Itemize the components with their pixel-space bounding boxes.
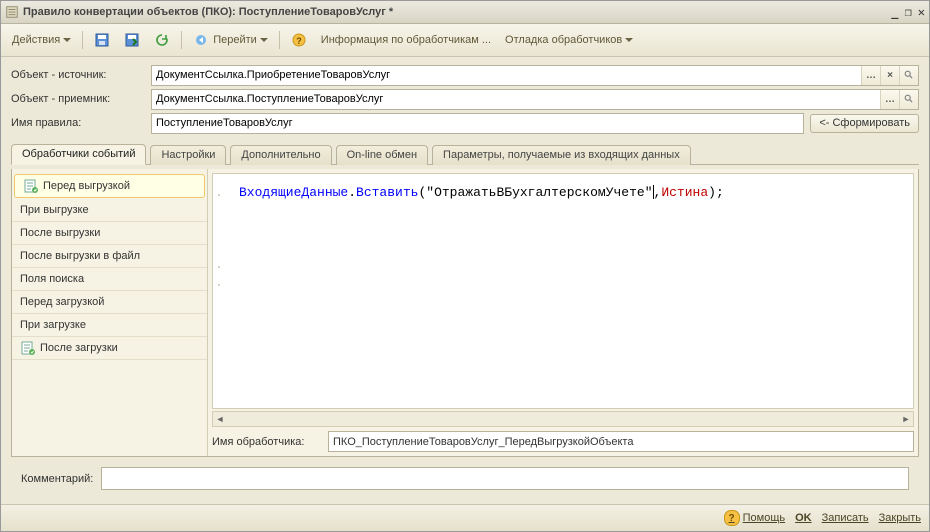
- window-title: Правило конвертации объектов (ПКО): Пост…: [23, 6, 891, 18]
- event-list: Перед выгрузкой При выгрузке После выгру…: [12, 169, 208, 456]
- event-after-load[interactable]: После загрузки: [12, 337, 207, 360]
- footer: ? Помощь OK Записать Закрыть: [1, 504, 929, 531]
- event-item-label: Перед загрузкой: [20, 296, 104, 308]
- close-window-button[interactable]: ✕: [918, 5, 925, 19]
- close-button[interactable]: Закрыть: [879, 512, 921, 524]
- code-token-obj: ВходящиеДанные: [239, 185, 348, 200]
- event-item-label: После выгрузки: [20, 227, 100, 239]
- refresh-icon-btn[interactable]: [149, 29, 175, 51]
- code-token-method: Вставить: [356, 185, 418, 200]
- code-token-str: "ОтражатьВБухгалтерскомУчете": [426, 185, 652, 200]
- comment-input[interactable]: [101, 467, 909, 490]
- tabs: Обработчики событий Настройки Дополнител…: [11, 143, 919, 165]
- code-gutter: ...: [215, 184, 223, 292]
- tab-advanced[interactable]: Дополнительно: [230, 145, 331, 165]
- script-icon: [20, 340, 36, 356]
- debug-handlers-menu[interactable]: Отладка обработчиков: [500, 29, 638, 51]
- app-icon: [5, 5, 19, 19]
- handler-row: Имя обработчика: ПКО_ПоступлениеТоваровУ…: [208, 431, 918, 456]
- event-item-label: После выгрузки в файл: [20, 250, 140, 262]
- source-input[interactable]: [152, 66, 861, 85]
- editor-panel: ... ВходящиеДанные.Вставить("ОтражатьВБу…: [208, 169, 918, 456]
- svg-text:?: ?: [296, 36, 302, 46]
- event-search-fields[interactable]: Поля поиска: [12, 268, 207, 291]
- event-item-label: При выгрузке: [20, 204, 89, 216]
- generate-button[interactable]: <- Сформировать: [810, 114, 919, 133]
- event-on-upload[interactable]: При выгрузке: [12, 199, 207, 222]
- rulename-input-wrap: [151, 113, 804, 134]
- save-icon-btn[interactable]: [89, 29, 115, 51]
- help-icon: ?: [724, 510, 740, 526]
- titlebar: Правило конвертации объектов (ПКО): Пост…: [1, 1, 929, 24]
- horizontal-scrollbar[interactable]: ◄ ►: [212, 411, 914, 427]
- event-item-label: После загрузки: [40, 342, 118, 354]
- save-button[interactable]: Записать: [822, 512, 869, 524]
- dest-open-btn[interactable]: [899, 90, 918, 109]
- help-toolbar-btn[interactable]: ?: [286, 29, 312, 51]
- source-row: Объект - источник: … ×: [11, 65, 919, 85]
- event-item-label: Поля поиска: [20, 273, 84, 285]
- code-line: ВходящиеДанные.Вставить("ОтражатьВБухгал…: [239, 184, 901, 202]
- dest-input-wrap: …: [151, 89, 919, 110]
- tab-settings[interactable]: Настройки: [150, 145, 226, 165]
- tab-incoming-params[interactable]: Параметры, получаемые из входящих данных: [432, 145, 691, 165]
- event-item-label: Перед выгрузкой: [43, 180, 130, 192]
- minimize-button[interactable]: _: [891, 5, 898, 19]
- handlers-info-link[interactable]: Информация по обработчикам ...: [316, 29, 496, 51]
- window: Правило конвертации объектов (ПКО): Пост…: [0, 0, 930, 532]
- actions-menu[interactable]: Действия: [7, 29, 76, 51]
- source-clear-btn[interactable]: ×: [880, 66, 899, 85]
- comment-label: Комментарий:: [21, 473, 93, 485]
- comment-row: Комментарий:: [11, 461, 919, 496]
- code-token-dot: .: [348, 185, 356, 200]
- event-item-label: При загрузке: [20, 319, 86, 331]
- event-after-upload[interactable]: После выгрузки: [12, 222, 207, 245]
- scroll-right-icon[interactable]: ►: [899, 413, 913, 425]
- script-icon: [23, 178, 39, 194]
- event-after-upload-file[interactable]: После выгрузки в файл: [12, 245, 207, 268]
- rulename-label: Имя правила:: [11, 117, 151, 129]
- tab-handlers[interactable]: Обработчики событий: [11, 144, 146, 165]
- goto-menu[interactable]: Перейти: [188, 29, 273, 51]
- source-label: Объект - источник:: [11, 69, 151, 81]
- main-toolbar: Действия Перейти ? Информация по обработ…: [1, 24, 929, 57]
- code-editor[interactable]: ... ВходящиеДанные.Вставить("ОтражатьВБу…: [212, 173, 914, 409]
- source-input-wrap: … ×: [151, 65, 919, 86]
- rulename-input[interactable]: [152, 114, 803, 133]
- ok-button[interactable]: OK: [795, 512, 812, 524]
- rulename-row: Имя правила: <- Сформировать: [11, 113, 919, 133]
- event-before-load[interactable]: Перед загрузкой: [12, 291, 207, 314]
- code-token-close: );: [708, 185, 724, 200]
- event-on-load[interactable]: При загрузке: [12, 314, 207, 337]
- form-area: Объект - источник: … × Объект - приемник…: [1, 57, 929, 504]
- help-button[interactable]: ? Помощь: [724, 510, 786, 526]
- handler-value[interactable]: ПКО_ПоступлениеТоваровУслуг_ПередВыгрузк…: [328, 431, 914, 452]
- code-token-kw: Истина: [661, 185, 708, 200]
- event-before-upload[interactable]: Перед выгрузкой: [14, 174, 205, 198]
- source-ellipsis-btn[interactable]: …: [861, 66, 880, 85]
- dest-row: Объект - приемник: …: [11, 89, 919, 109]
- handler-label: Имя обработчика:: [212, 436, 322, 448]
- dest-label: Объект - приемник:: [11, 93, 151, 105]
- scroll-left-icon[interactable]: ◄: [213, 413, 227, 425]
- dest-ellipsis-btn[interactable]: …: [880, 90, 899, 109]
- tab-content: Перед выгрузкой При выгрузке После выгру…: [11, 169, 919, 457]
- dest-input[interactable]: [152, 90, 880, 109]
- save-close-icon-btn[interactable]: [119, 29, 145, 51]
- maximize-button[interactable]: ❐: [905, 5, 912, 19]
- source-open-btn[interactable]: [899, 66, 918, 85]
- tab-online[interactable]: On-line обмен: [336, 145, 428, 165]
- text-caret: [653, 185, 654, 199]
